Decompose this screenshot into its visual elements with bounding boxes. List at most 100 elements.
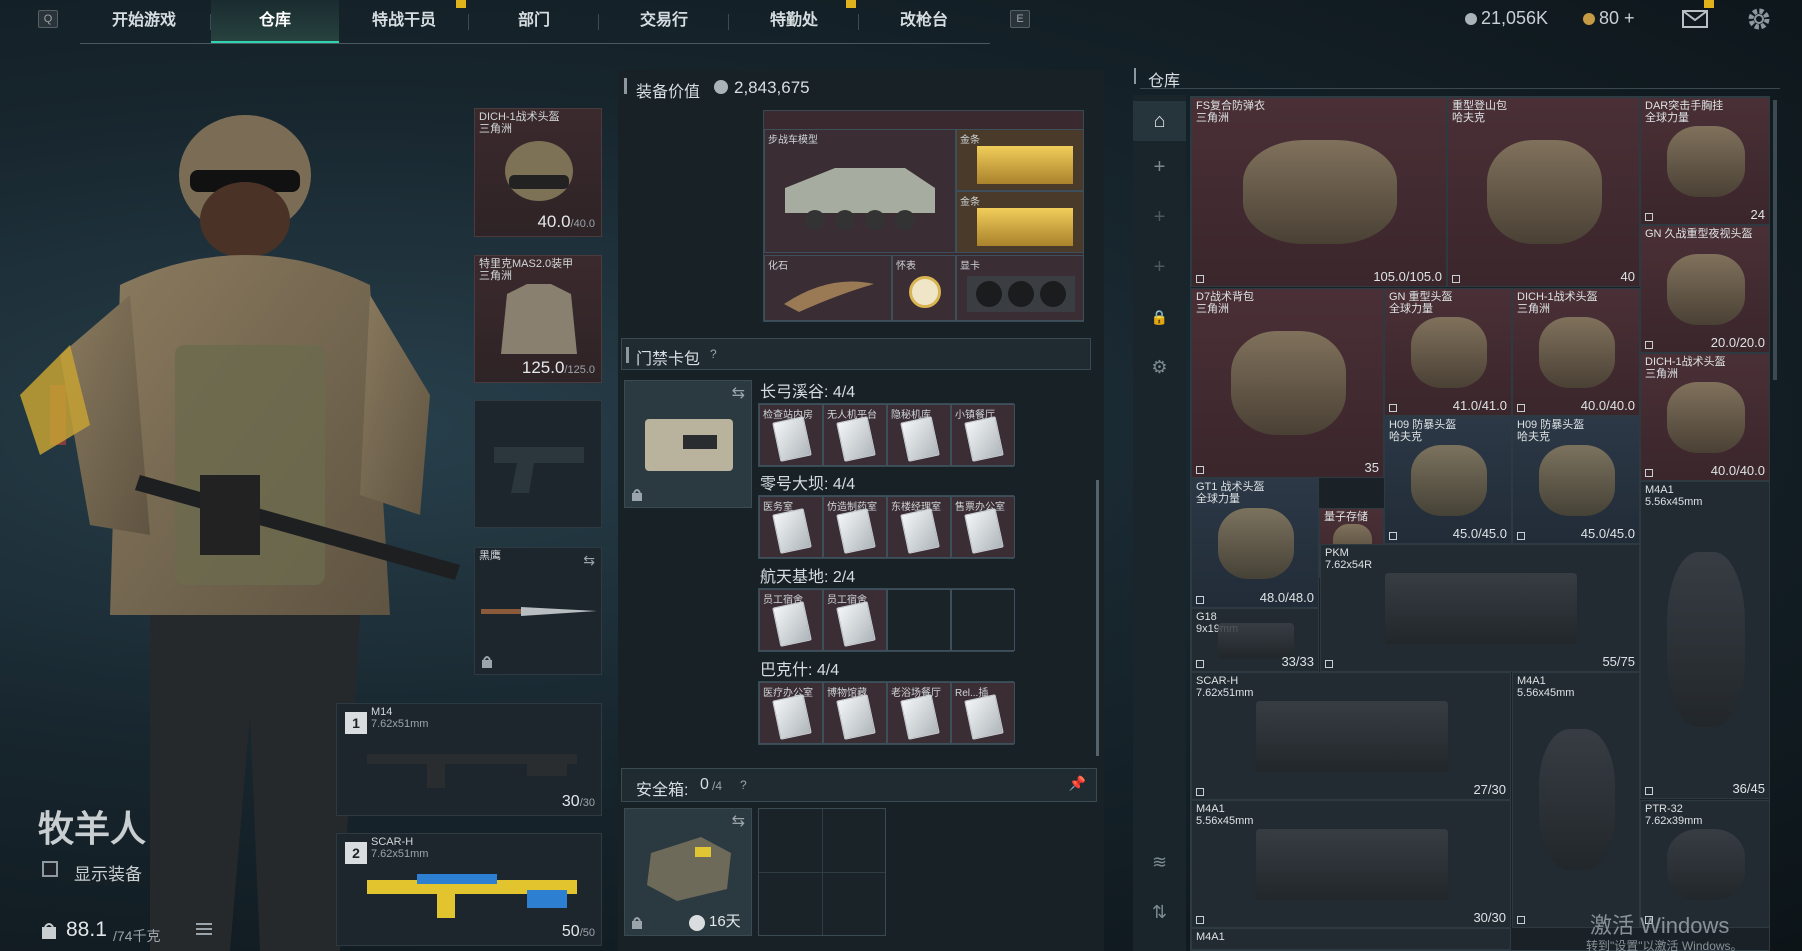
stash-item[interactable]: GT1 战术头盔 全球力量 48.0/48.0	[1191, 478, 1319, 608]
keycard-case-slot[interactable]: ⇆	[624, 380, 752, 508]
swap-icon[interactable]: ⇆	[732, 811, 745, 831]
keycard-item[interactable]: 医疗办公室	[759, 682, 823, 744]
armor-durability-max: /125.0	[564, 364, 595, 376]
scrollbar[interactable]	[1773, 100, 1777, 380]
stash-item[interactable]: PKM 7.62x54R 55/75	[1320, 544, 1640, 672]
stash-item[interactable]: M4A1 5.56x45mm	[1512, 672, 1640, 928]
backpack-grid: 步战车模型 金条 金条 化石 怀表 显卡	[763, 110, 1084, 322]
list-icon[interactable]	[196, 922, 212, 936]
mail-icon[interactable]	[1682, 10, 1708, 28]
empty-keycard-slot[interactable]	[951, 589, 1015, 651]
empty-keycard-slot[interactable]	[887, 589, 951, 651]
sort-icon[interactable]: ⇅	[1133, 892, 1186, 932]
safe-capacity: /4	[712, 779, 723, 793]
keycard-item[interactable]: 员工宿舍	[759, 589, 823, 651]
stash-item[interactable]: DAR突击手胸挂 全球力量 24	[1640, 97, 1770, 225]
gear-icon[interactable]	[1746, 6, 1772, 32]
stash-item[interactable]: M4A1 5.56x45mm 36/45	[1640, 481, 1770, 799]
silver-currency[interactable]: 21,056K	[1465, 8, 1548, 29]
safe-case-slot[interactable]: ⇆ 16天	[624, 808, 752, 936]
keycard-item[interactable]: 东楼经理室	[887, 496, 951, 558]
swap-icon[interactable]: ⇆	[732, 383, 745, 403]
melee-slot[interactable]: 黑鹰 ⇆	[474, 547, 602, 675]
keycard-item[interactable]: 检查站内房	[759, 404, 823, 466]
swap-icon[interactable]: ⇆	[583, 552, 595, 569]
item-tag-icon	[1452, 275, 1460, 283]
show-equipment-checkbox[interactable]	[42, 861, 58, 877]
tab-special-ops[interactable]: 特勤处	[730, 0, 858, 44]
settings-icon[interactable]: ⚙	[1133, 347, 1186, 387]
stash-item[interactable]: DICH-1战术头盔 三角洲 40.0/40.0	[1640, 353, 1770, 481]
tab-warehouse[interactable]: 仓库	[211, 0, 339, 44]
stash-item[interactable]: FS复合防弹衣 三角洲 105.0/105.0	[1191, 97, 1447, 287]
stash-item[interactable]: D7战术背包 三角洲 35	[1191, 288, 1384, 478]
help-icon[interactable]: ?	[710, 347, 717, 361]
lock-icon	[631, 487, 643, 501]
primary-weapon-slot-1[interactable]: 1 M14 7.62x51mm 30/30	[336, 703, 602, 816]
stash-item-name: M4A1 5.56x45mm	[1196, 803, 1254, 827]
nav-underline	[80, 43, 990, 44]
stash-item[interactable]: G18 9x19mm33/33	[1191, 608, 1319, 672]
stash-item[interactable]: M4A1	[1191, 928, 1511, 950]
stash-item[interactable]: SCAR-H 7.62x51mm 27/30	[1191, 672, 1511, 800]
gold-bar-item[interactable]: 金条	[956, 191, 1084, 253]
stash-item[interactable]: H09 防暴头盔 哈夫克 45.0/45.0	[1512, 416, 1640, 544]
watch-image	[909, 276, 941, 308]
weapon-name: SCAR-H	[371, 836, 414, 848]
tab-gunsmith[interactable]: 改枪台	[860, 0, 988, 44]
add-page-icon[interactable]: +	[1133, 147, 1186, 187]
stash-item-image	[1256, 701, 1448, 772]
keycard-item[interactable]: 无人机平台	[823, 404, 887, 466]
warehouse-tab-icon[interactable]: ⌂	[1133, 101, 1186, 141]
stash-item[interactable]: DICH-1战术头盔 三角洲 40.0/40.0	[1512, 288, 1640, 416]
keycard-title: 门禁卡包	[636, 351, 701, 368]
keycard-item[interactable]: 博物馆藏	[823, 682, 887, 744]
silver-coin-icon	[714, 80, 728, 94]
layers-icon[interactable]: ≋	[1133, 842, 1186, 882]
pistol-slot-empty[interactable]	[474, 400, 602, 528]
tab-trading[interactable]: 交易行	[600, 0, 728, 44]
item-tag-icon	[1196, 788, 1204, 796]
keycard-item[interactable]: 小镇餐厅	[951, 404, 1015, 466]
help-icon[interactable]: ?	[740, 778, 747, 792]
primary-weapon-slot-2[interactable]: 2 SCAR-H 7.62x51mm 50/50	[336, 833, 602, 946]
pin-icon[interactable]: 📌	[1069, 775, 1086, 792]
add-page-icon[interactable]: +	[1133, 247, 1186, 287]
graphics-card-item[interactable]: 显卡	[956, 255, 1084, 321]
safe-label: 安全箱:	[636, 782, 689, 799]
pistol-placeholder-icon	[494, 447, 584, 493]
gold-currency[interactable]: 80 +	[1583, 8, 1635, 29]
keycard-item[interactable]: 仿造制药室	[823, 496, 887, 558]
stash-item-name: SCAR-H 7.62x51mm	[1196, 675, 1254, 699]
keycard-item[interactable]: Rel...插	[951, 682, 1015, 744]
pocket-watch-item[interactable]: 怀表	[892, 255, 956, 321]
armor-durability: 125.0	[521, 358, 565, 377]
stash-item[interactable]: GN 重型头盔 全球力量 41.0/41.0	[1384, 288, 1512, 416]
keycard-item[interactable]: 员工宿舍	[823, 589, 887, 651]
tab-start-game[interactable]: 开始游戏	[80, 0, 208, 44]
keycard-item[interactable]: 售票办公室	[951, 496, 1015, 558]
m14-image	[367, 754, 577, 788]
armor-slot[interactable]: 特里克MAS2.0装甲 三角洲 125.0/125.0	[474, 255, 602, 383]
helmet-slot[interactable]: DICH-1战术头盔 三角洲 40.0/40.0	[474, 108, 602, 237]
keycard-item[interactable]: 医务室	[759, 496, 823, 558]
stash-item[interactable]: 重型登山包 哈夫克 40	[1447, 97, 1640, 287]
item-tag-icon	[1645, 213, 1653, 221]
stash-item[interactable]: H09 防暴头盔 哈夫克 45.0/45.0	[1384, 416, 1512, 544]
tab-operators[interactable]: 特战干员	[340, 0, 468, 44]
tab-department[interactable]: 部门	[470, 0, 598, 44]
lock-icon[interactable]: 🔒	[1133, 297, 1186, 337]
ifv-model-item[interactable]: 步战车模型	[764, 129, 956, 253]
stash-item[interactable]: M4A1 5.56x45mm 30/30	[1191, 800, 1511, 928]
fossil-item[interactable]: 化石	[764, 255, 892, 321]
notification-flag	[456, 0, 466, 8]
stash-item[interactable]: GN 久战重型夜视头盔 20.0/20.0	[1640, 225, 1770, 353]
stash-item-name: M4A1 5.56x45mm	[1645, 484, 1703, 508]
keycard-item[interactable]: 老浴场餐厅	[887, 682, 951, 744]
safe-grid[interactable]	[758, 808, 886, 936]
add-page-icon[interactable]: +	[1133, 197, 1186, 237]
keycard-item[interactable]: 隐秘机库	[887, 404, 951, 466]
gold-bar-item[interactable]: 金条	[956, 129, 1084, 191]
stash-item-durability: 35	[1364, 460, 1379, 475]
scrollbar[interactable]	[1096, 480, 1099, 756]
